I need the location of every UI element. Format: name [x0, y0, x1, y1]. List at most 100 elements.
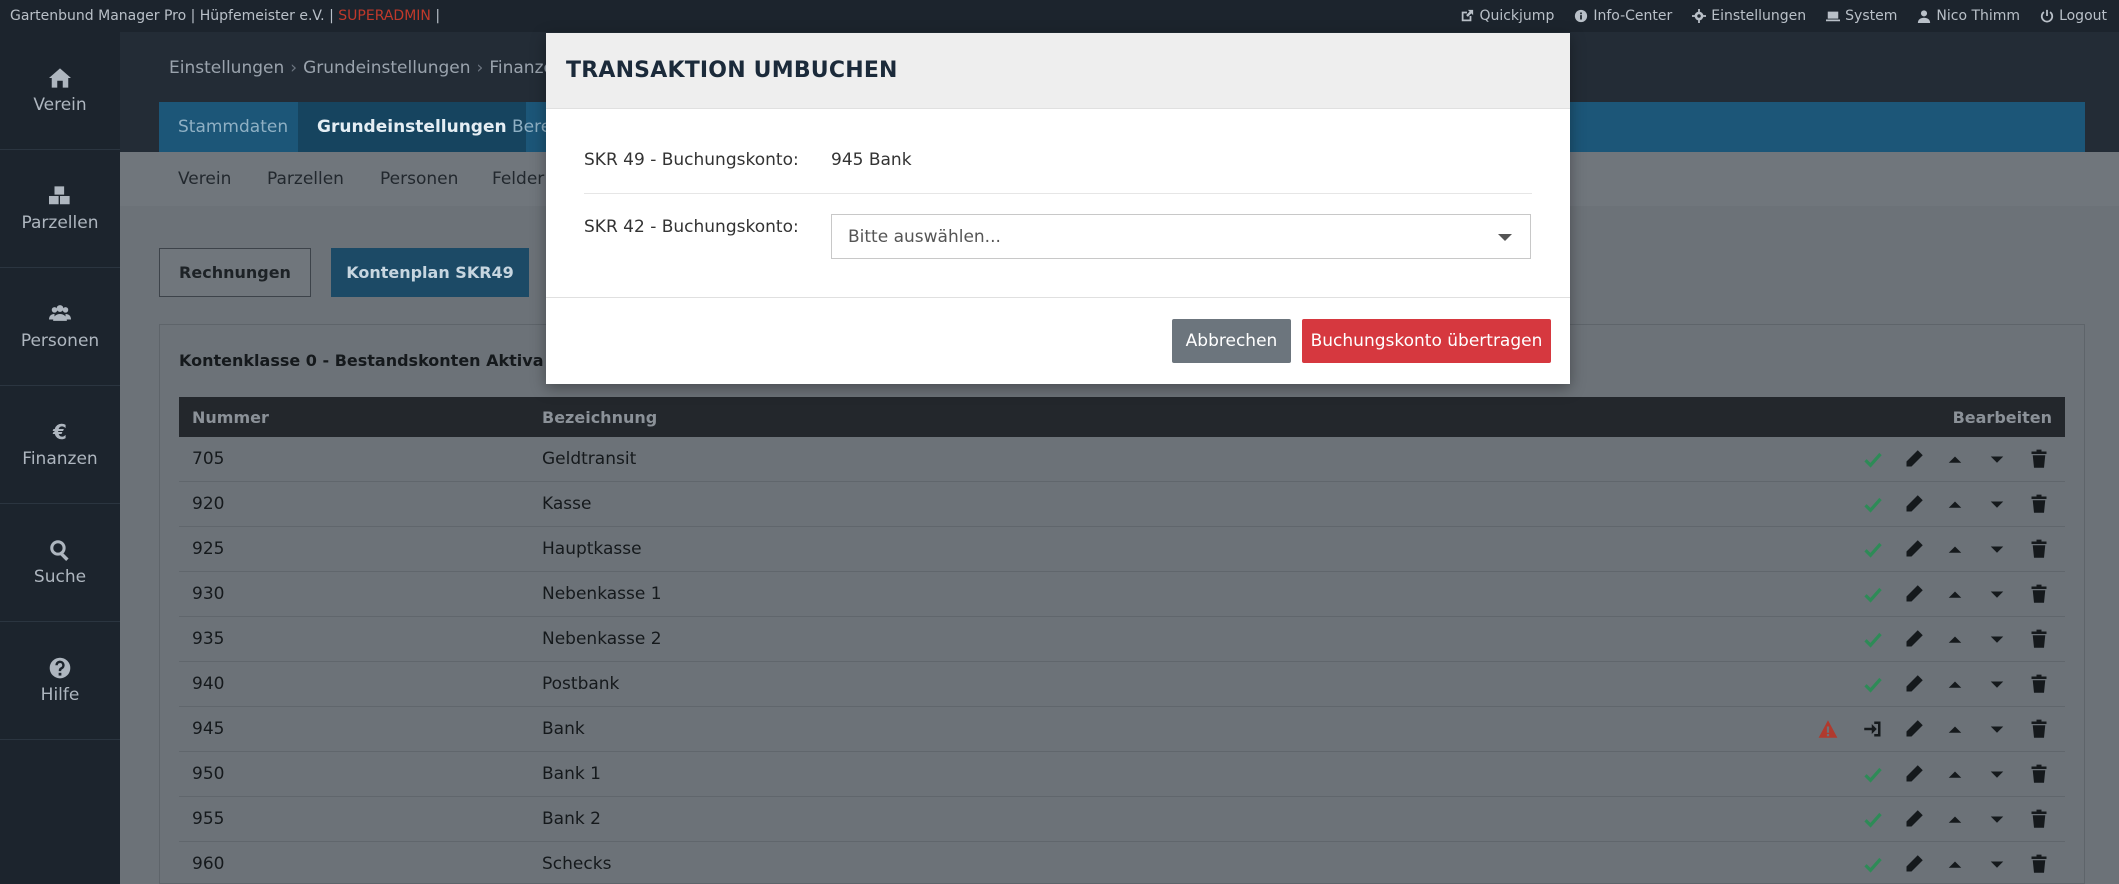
table-header: Nummer Bezeichnung Bearbeiten: [179, 397, 2065, 437]
sign-in-icon[interactable]: [1863, 719, 1885, 741]
app-title: Gartenbund Manager Pro | Hüpfemeister e.…: [10, 8, 440, 24]
table-row: 930 Nebenkasse 1: [179, 572, 2065, 617]
arrow-down-icon[interactable]: [1987, 809, 2009, 831]
cubes-icon: [49, 185, 70, 204]
trash-icon[interactable]: [2029, 494, 2051, 516]
check-icon[interactable]: [1863, 854, 1885, 876]
check-icon[interactable]: [1863, 584, 1885, 606]
top-menu: Quickjump Info-Center Einstellungen Syst…: [1460, 8, 2107, 24]
pencil-icon[interactable]: [1904, 449, 1926, 471]
arrow-down-icon[interactable]: [1987, 449, 2009, 471]
col-bezeichnung[interactable]: Bezeichnung: [542, 408, 657, 427]
check-icon[interactable]: [1863, 494, 1885, 516]
arrow-up-icon[interactable]: [1945, 449, 1967, 471]
pencil-icon[interactable]: [1904, 629, 1926, 651]
trash-icon[interactable]: [2029, 449, 2051, 471]
subnav-verein[interactable]: Verein: [178, 169, 231, 189]
app-title-text: Gartenbund Manager Pro | Hüpfemeister e.…: [10, 8, 334, 24]
breadcrumb-item[interactable]: Einstellungen: [169, 58, 284, 78]
modal-header: TRANSAKTION UMBUCHEN: [546, 33, 1570, 109]
arrow-up-icon[interactable]: [1945, 674, 1967, 696]
arrow-up-icon[interactable]: [1945, 809, 1967, 831]
account-number: 945: [192, 719, 225, 739]
arrow-up-icon[interactable]: [1945, 584, 1967, 606]
quickjump-link[interactable]: Quickjump: [1460, 8, 1554, 24]
power-icon: [2040, 9, 2054, 23]
skr42-select[interactable]: Bitte auswählen...: [831, 214, 1531, 259]
trash-icon[interactable]: [2029, 809, 2051, 831]
arrow-down-icon[interactable]: [1987, 539, 2009, 561]
row-actions: [1841, 854, 2051, 876]
arrow-down-icon[interactable]: [1987, 584, 2009, 606]
tab-grundeinstellungen[interactable]: Grundeinstellungen: [298, 102, 526, 152]
pencil-icon[interactable]: [1904, 494, 1926, 516]
account-number: 955: [192, 809, 225, 829]
account-number: 920: [192, 494, 225, 514]
arrow-up-icon[interactable]: [1945, 719, 1967, 741]
trash-icon[interactable]: [2029, 629, 2051, 651]
transfer-account-button[interactable]: Buchungskonto übertragen: [1302, 319, 1551, 363]
cancel-button[interactable]: Abbrechen: [1172, 319, 1291, 363]
sidebar-item-finanzen[interactable]: € Finanzen: [0, 386, 120, 504]
col-bearbeiten: Bearbeiten: [1952, 408, 2052, 427]
account-name: Postbank: [542, 674, 620, 694]
sidebar-item-hilfe[interactable]: Hilfe: [0, 622, 120, 740]
trash-icon[interactable]: [2029, 539, 2051, 561]
user-link[interactable]: Nico Thimm: [1917, 8, 2020, 24]
arrow-down-icon[interactable]: [1987, 764, 2009, 786]
trash-icon[interactable]: [2029, 719, 2051, 741]
trash-icon[interactable]: [2029, 584, 2051, 606]
check-icon[interactable]: [1863, 764, 1885, 786]
arrow-down-icon[interactable]: [1987, 719, 2009, 741]
pencil-icon[interactable]: [1904, 584, 1926, 606]
info-center-link[interactable]: Info-Center: [1574, 8, 1672, 24]
tab-stammdaten[interactable]: Stammdaten: [159, 102, 307, 152]
trash-icon[interactable]: [2029, 854, 2051, 876]
check-icon[interactable]: [1863, 449, 1885, 471]
subnav-personen[interactable]: Personen: [380, 169, 458, 189]
logout-link[interactable]: Logout: [2040, 8, 2107, 24]
account-number: 925: [192, 539, 225, 559]
arrow-up-icon[interactable]: [1945, 494, 1967, 516]
einstellungen-link[interactable]: Einstellungen: [1692, 8, 1806, 24]
pencil-icon[interactable]: [1904, 854, 1926, 876]
pencil-icon[interactable]: [1904, 764, 1926, 786]
row-actions: [1841, 494, 2051, 516]
subnav-felder[interactable]: Felder: [492, 169, 544, 189]
trash-icon[interactable]: [2029, 764, 2051, 786]
pencil-icon[interactable]: [1904, 809, 1926, 831]
pencil-icon[interactable]: [1904, 674, 1926, 696]
breadcrumb-item[interactable]: Grundeinstellungen: [303, 58, 470, 78]
pencil-icon[interactable]: [1904, 539, 1926, 561]
arrow-up-icon[interactable]: [1945, 539, 1967, 561]
subnav-parzellen[interactable]: Parzellen: [267, 169, 344, 189]
panel-title: Kontenklasse 0 - Bestandskonten Aktiva: [179, 351, 576, 370]
rechnungen-button[interactable]: Rechnungen: [159, 248, 311, 297]
trash-icon[interactable]: [2029, 674, 2051, 696]
pencil-icon[interactable]: [1904, 719, 1926, 741]
check-icon[interactable]: [1863, 539, 1885, 561]
system-link[interactable]: System: [1826, 8, 1897, 24]
check-icon[interactable]: [1863, 674, 1885, 696]
account-name: Nebenkasse 2: [542, 629, 662, 649]
users-icon: [49, 304, 71, 321]
col-nummer[interactable]: Nummer: [192, 408, 269, 427]
arrow-up-icon[interactable]: [1945, 764, 1967, 786]
sidebar-item-verein[interactable]: Verein: [0, 32, 120, 150]
sidebar-item-suche[interactable]: Suche: [0, 504, 120, 622]
breadcrumb: Einstellungen › Grundeinstellungen › Finanze…: [169, 58, 565, 78]
check-icon[interactable]: [1863, 629, 1885, 651]
sidebar-item-parzellen[interactable]: Parzellen: [0, 150, 120, 268]
arrow-down-icon[interactable]: [1987, 674, 2009, 696]
row-actions: [1818, 719, 2051, 741]
sidebar-item-personen[interactable]: Personen: [0, 268, 120, 386]
arrow-up-icon[interactable]: [1945, 629, 1967, 651]
arrow-down-icon[interactable]: [1987, 629, 2009, 651]
top-bar: Gartenbund Manager Pro | Hüpfemeister e.…: [0, 0, 2119, 32]
arrow-down-icon[interactable]: [1987, 494, 2009, 516]
question-icon: [49, 657, 71, 678]
check-icon[interactable]: [1863, 809, 1885, 831]
kontenplan-button[interactable]: Kontenplan SKR49: [331, 248, 529, 297]
arrow-up-icon[interactable]: [1945, 854, 1967, 876]
arrow-down-icon[interactable]: [1987, 854, 2009, 876]
